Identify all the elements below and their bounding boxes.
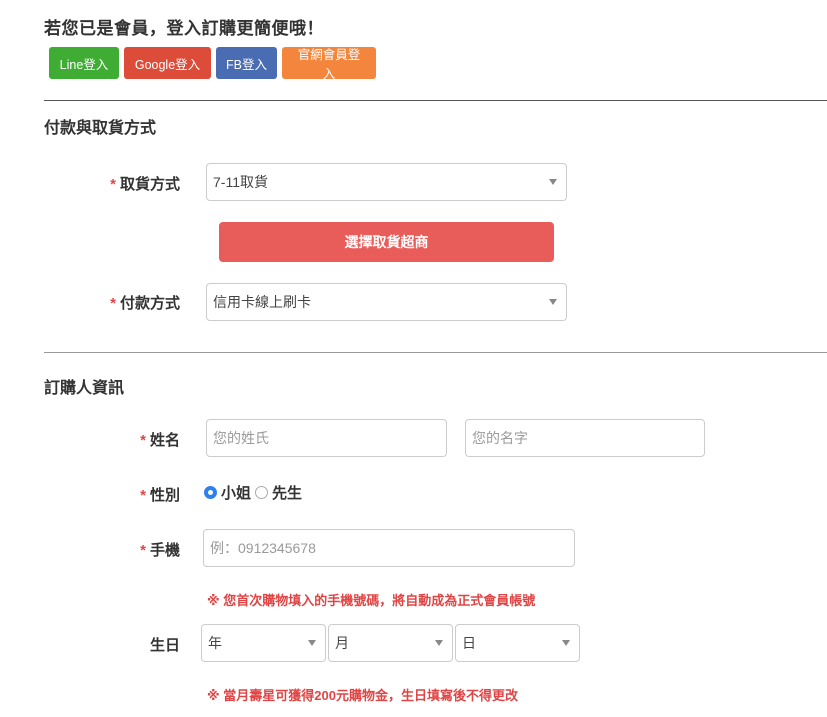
chevron-down-icon xyxy=(308,640,316,646)
birthday-month-value: 月 xyxy=(335,635,349,651)
required-mark: * xyxy=(140,487,146,504)
buyer-section-title: 訂購人資訊 xyxy=(44,380,125,397)
birthday-day-select[interactable]: 日 xyxy=(455,624,580,662)
chevron-down-icon xyxy=(562,640,570,646)
section-divider xyxy=(44,352,827,353)
login-prompt-title: 若您已是會員，登入訂購更簡便哦！ xyxy=(44,19,324,38)
birthday-year-select[interactable]: 年 xyxy=(201,624,326,662)
social-login-buttons: Line登入 Google登入 FB登入 官網會員登入 xyxy=(49,47,376,81)
phone-label-text: 手機 xyxy=(149,542,180,559)
last-name-input[interactable] xyxy=(206,419,447,457)
google-login-button[interactable]: Google登入 xyxy=(124,47,211,79)
chevron-down-icon xyxy=(549,299,557,305)
fb-login-button[interactable]: FB登入 xyxy=(216,47,277,79)
gender-label: * 性別 xyxy=(120,484,180,505)
chevron-down-icon xyxy=(549,179,557,185)
name-label: * 姓名 xyxy=(120,429,180,450)
birthday-year-value: 年 xyxy=(208,635,222,651)
payment-method-value: 信用卡線上刷卡 xyxy=(213,294,311,310)
first-name-input[interactable] xyxy=(465,419,705,457)
gender-radio-miss[interactable] xyxy=(204,486,217,499)
required-mark: * xyxy=(140,542,146,559)
required-mark: * xyxy=(140,432,146,449)
payment-method-label-text: 付款方式 xyxy=(119,295,180,312)
required-mark: * xyxy=(110,295,116,312)
chevron-down-icon xyxy=(435,640,443,646)
birthday-day-value: 日 xyxy=(462,635,476,651)
birthday-month-select[interactable]: 月 xyxy=(328,624,453,662)
select-store-button[interactable]: 選擇取貨超商 xyxy=(219,222,554,262)
payment-section-title: 付款與取貨方式 xyxy=(44,120,157,137)
line-login-button[interactable]: Line登入 xyxy=(49,47,119,79)
pickup-method-select[interactable]: 7-11取貨 xyxy=(206,163,567,201)
phone-input[interactable] xyxy=(203,529,575,567)
section-divider xyxy=(44,100,827,101)
payment-method-select[interactable]: 信用卡線上刷卡 xyxy=(206,283,567,321)
phone-label: * 手機 xyxy=(120,539,180,560)
gender-option-miss[interactable]: 小姐 xyxy=(221,482,251,503)
member-login-button[interactable]: 官網會員登入 xyxy=(282,47,376,81)
gender-radio-group: 小姐 先生 xyxy=(204,482,306,503)
name-label-text: 姓名 xyxy=(149,432,180,449)
gender-label-text: 性別 xyxy=(149,487,180,504)
pickup-method-label-text: 取貨方式 xyxy=(119,176,180,193)
phone-note: ※ 您首次購物填入的手機號碼，將自動成為正式會員帳號 xyxy=(207,593,536,608)
birthday-label: 生日 xyxy=(149,637,180,654)
required-mark: * xyxy=(110,176,116,193)
pickup-method-label: * 取貨方式 xyxy=(100,173,180,194)
birthday-note: ※ 當月壽星可獲得200元購物金，生日填寫後不得更改 xyxy=(207,688,518,703)
gender-option-mr[interactable]: 先生 xyxy=(272,482,302,503)
gender-radio-mr[interactable] xyxy=(255,486,269,499)
pickup-method-value: 7-11取貨 xyxy=(213,174,268,190)
payment-method-label: * 付款方式 xyxy=(100,292,180,313)
